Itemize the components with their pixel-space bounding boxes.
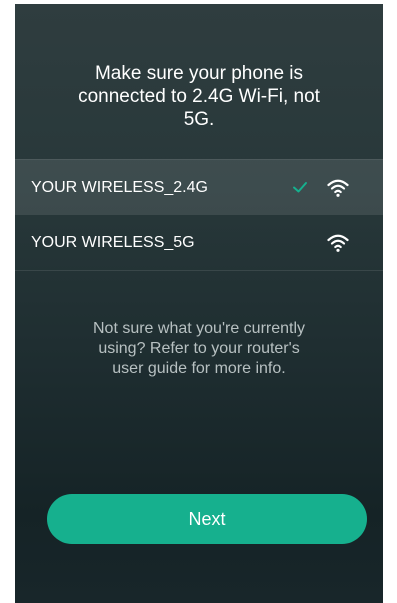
instruction-line-3: 5G. [183, 109, 215, 130]
wifi-icon [327, 234, 349, 252]
instruction-line-1: Make sure your phone is [94, 63, 304, 84]
network-item-5g[interactable]: YOUR WIRELESS_5G [15, 215, 383, 271]
check-icon [293, 182, 307, 193]
help-line-2: using? Refer to your router's [98, 340, 300, 357]
instruction-line-2: connected to 2.4G Wi-Fi, not [78, 86, 320, 107]
network-item-2-4g[interactable]: YOUR WIRELESS_2.4G [15, 159, 383, 215]
network-name: YOUR WIRELESS_2.4G [31, 178, 208, 196]
network-name: YOUR WIRELESS_5G [31, 233, 195, 251]
instruction-heading: Make sure your phone is connected to 2.4… [35, 62, 363, 131]
next-button[interactable]: Next [47, 494, 367, 544]
help-text: Not sure what you're currently using? Re… [55, 319, 343, 379]
wifi-icon [327, 179, 349, 197]
help-line-3: user guide for more info. [112, 360, 286, 377]
help-line-1: Not sure what you're currently [92, 320, 306, 337]
wifi-setup-screen: Make sure your phone is connected to 2.4… [15, 4, 383, 603]
